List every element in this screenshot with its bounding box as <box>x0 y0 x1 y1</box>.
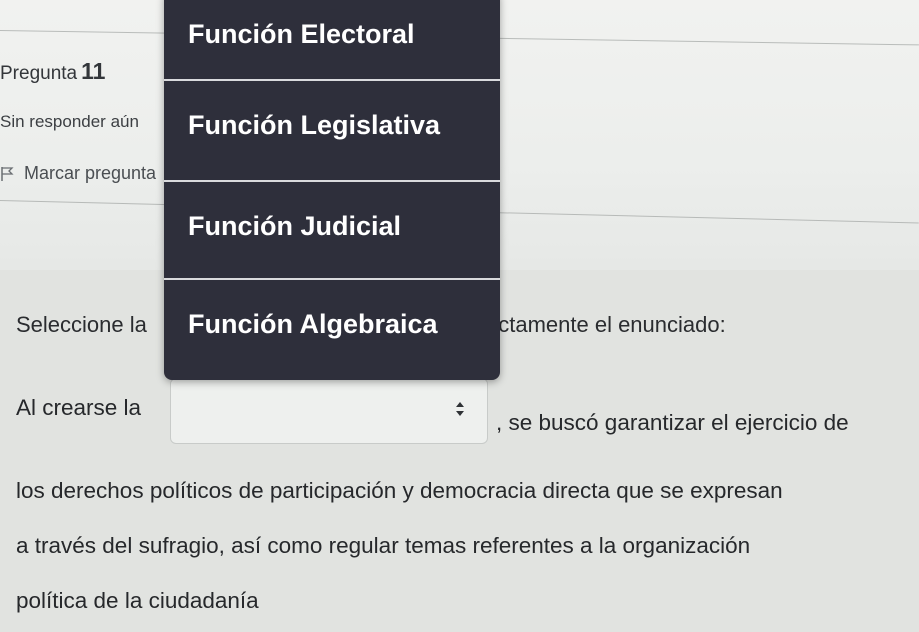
dropdown-option-electoral[interactable]: Función Electoral <box>164 0 500 78</box>
question-label: Pregunta <box>0 63 78 84</box>
question-number-value: 11 <box>81 58 106 84</box>
answer-select[interactable] <box>170 378 488 444</box>
instruction-text: Seleccione la ectamente el enunciado: <box>16 312 726 338</box>
dropdown-option-algebraica[interactable]: Función Algebraica <box>164 280 500 368</box>
question-status: Sin responder aún <box>0 112 139 131</box>
body-line-2: los derechos políticos de participación … <box>16 478 783 503</box>
instruction-right: ectamente el enunciado: <box>486 312 726 337</box>
dropdown-option-legislativa[interactable]: Función Legislativa <box>164 81 500 169</box>
flag-question-label: Marcar pregunta <box>24 163 157 183</box>
flag-question-link[interactable]: Marcar pregunta <box>0 163 156 184</box>
instruction-left: Seleccione la <box>16 312 147 337</box>
question-number: Pregunta 11 <box>0 58 105 85</box>
updown-arrows-icon <box>455 401 465 418</box>
body-line-4: política de la ciudadanía <box>16 588 259 613</box>
flag-icon <box>0 166 14 182</box>
body-line-1-end: , se buscó garantizar el ejercicio de <box>496 410 849 435</box>
dropdown-option-judicial[interactable]: Función Judicial <box>164 182 500 270</box>
answer-dropdown-menu: Función Electoral Función Legislativa Fu… <box>164 0 500 380</box>
body-line-3: a través del sufragio, así como regular … <box>16 533 751 558</box>
body-line-1-start: Al crearse la <box>16 395 142 420</box>
